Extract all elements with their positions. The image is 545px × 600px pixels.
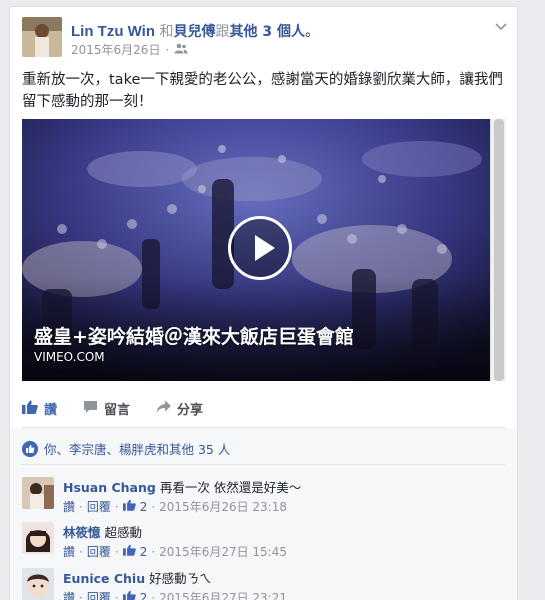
comment-like-link[interactable]: 讚 [63,589,75,600]
commenter-avatar[interactable] [22,568,54,600]
comment-date[interactable]: 2015年6月27日 15:45 [159,543,287,560]
comment-label: 留言 [104,403,131,418]
meta-dot: · [114,590,119,600]
post-card: Lin Tzu Win 和貝兒傅跟其他 3 個人。 2015年6月26日 · 重… [9,6,518,600]
comment-icon [83,400,98,418]
commenter-name[interactable]: 林筱憶 [63,525,101,540]
author-avatar[interactable] [22,17,62,57]
meta-dot: · [79,590,83,600]
comment-body: Hsuan Chang 再看一次 依然還是好美～ [63,477,301,496]
comment-meta: 讚 · 回覆 · 2 · 2015年6月27日 15:45 [63,543,287,560]
video-scrollbar[interactable] [490,119,506,381]
comment-like-count[interactable]: 2 [140,591,148,600]
commenter-avatar[interactable] [22,477,54,509]
likes-divider [22,464,505,465]
comment-meta: 讚 · 回覆 · 2 · 2015年6月26日 23:18 [63,498,287,515]
post-text: 重新放一次，take一下親愛的老公公，感謝當天的婚錄劉欣業大師，讓我們留下感動的… [22,72,503,110]
comment-reply-link[interactable]: 回覆 [87,589,111,600]
comments-section: 你、李宗唐、楊胖虎和其他 35 人 Hsuan Chang 再看一次 依然還是好… [10,428,517,600]
comment-text: 超感動 [104,525,143,540]
friends-icon[interactable] [174,43,188,57]
meta-dot: · [114,544,119,559]
comment-reply-link[interactable]: 回覆 [87,498,111,515]
post-meta: 2015年6月26日 · [71,41,188,58]
video-preview[interactable]: 盛皇+姿吟結婚＠漢來大飯店巨蛋會館 VIMEO.COM [22,119,490,381]
commenter-avatar[interactable] [22,522,54,554]
comment-body: Eunice Chiu 好感動ㄋㄟ [63,568,212,587]
scrollbar-thumb[interactable] [494,119,504,381]
share-button[interactable]: 分享 [156,399,203,418]
comment-reply-link[interactable]: 回覆 [87,543,111,560]
commenter-name[interactable]: Hsuan Chang [63,480,156,495]
share-label: 分享 [177,403,204,418]
post-header: Lin Tzu Win 和貝兒傅跟其他 3 個人。 [71,21,319,41]
and-text: 和 [159,24,174,40]
comment-body: 林筱憶 超感動 [63,522,142,541]
thumbs-up-icon [122,590,136,600]
thumbs-up-icon [122,499,136,514]
likes-summary-row[interactable]: 你、李宗唐、楊胖虎和其他 35 人 [22,439,230,458]
comment-like-count[interactable]: 2 [140,500,148,514]
author-name[interactable]: Lin Tzu Win [71,23,155,40]
likes-summary-text[interactable]: 你、李宗唐、楊胖虎和其他 35 人 [44,439,230,458]
meta-dot: · [114,499,119,514]
comment-like-link[interactable]: 讚 [63,543,75,560]
meta-dot: · [165,42,170,57]
meta-dot: · [79,544,83,559]
tagged-friend-link[interactable]: 貝兒傅 [173,24,215,40]
meta-dot: · [79,499,83,514]
comment-date[interactable]: 2015年6月27日 23:21 [159,589,287,600]
post-options-chevron-icon[interactable] [495,19,507,35]
commenter-name[interactable]: Eunice Chiu [63,571,145,586]
comment-text: 再看一次 依然還是好美～ [159,480,302,495]
post-date[interactable]: 2015年6月26日 [71,41,160,58]
meta-dot: · [151,590,156,600]
comment-meta: 讚 · 回覆 · 2 · 2015年6月27日 23:21 [63,589,287,600]
with-text: 跟 [215,24,230,40]
others-link[interactable]: 其他 3 個人 [229,24,305,40]
video-title[interactable]: 盛皇+姿吟結婚＠漢來大飯店巨蛋會館 [34,322,354,349]
like-badge-icon [22,440,38,457]
play-button[interactable] [228,216,292,280]
share-icon [156,400,172,418]
comment-text: 好感動ㄋㄟ [149,571,212,586]
post-actions: 讚 留言 分享 [22,399,203,418]
meta-dot: · [151,544,156,559]
comment-like-link[interactable]: 讚 [63,498,75,515]
thumbs-up-icon [22,400,38,418]
meta-dot: · [151,499,156,514]
thumbs-up-icon [122,544,136,559]
comment-date[interactable]: 2015年6月26日 23:18 [159,498,287,515]
comment-button[interactable]: 留言 [83,399,130,418]
video-source: VIMEO.COM [34,350,105,364]
comment-like-count[interactable]: 2 [140,545,148,559]
like-label: 讚 [44,403,58,418]
header-period: 。 [304,24,319,40]
like-button[interactable]: 讚 [22,399,57,418]
